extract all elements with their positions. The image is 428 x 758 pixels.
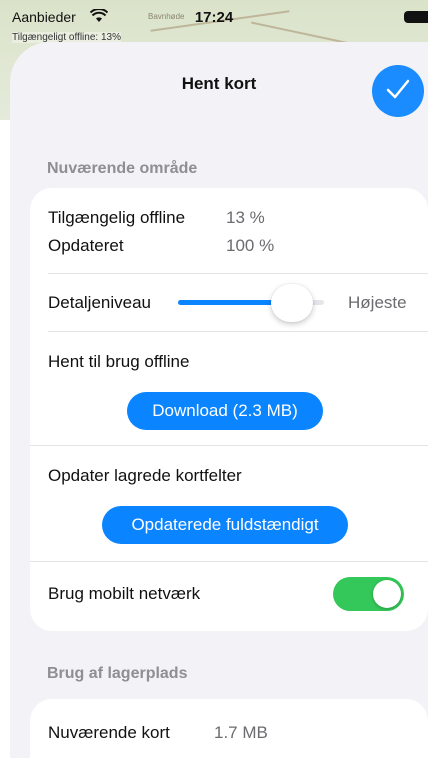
- mobile-network-row: Brug mobilt netværk: [30, 562, 428, 626]
- status-bar: Aanbieder 17:24: [0, 0, 428, 30]
- sheet-title: Hent kort: [181, 74, 257, 93]
- updated-value: 100 %: [226, 236, 275, 255]
- section-header-storage: Brug af lagerplads: [47, 665, 188, 682]
- toggle-knob: [373, 580, 401, 608]
- checkmark-icon: [385, 78, 411, 105]
- download-offline-row: Hent til brug offline Download (2.3 MB): [30, 332, 428, 446]
- clock: 17:24: [194, 9, 234, 26]
- current-maps-label: Nuværende kort: [48, 723, 170, 742]
- available-offline-value: 13 %: [226, 208, 265, 227]
- storage-card: Nuværende kort 1.7 MB: [30, 699, 428, 758]
- current-area-card: Tilgængelig offline 13 % Opdateret 100 %…: [30, 188, 428, 631]
- detail-level-slider[interactable]: [178, 284, 324, 322]
- availability-row: Tilgængelig offline 13 % Opdateret 100 %: [30, 188, 428, 274]
- available-offline-label: Tilgængelig offline: [48, 208, 186, 227]
- slider-thumb[interactable]: [270, 284, 313, 322]
- download-offline-label: Hent til brug offline: [48, 352, 190, 371]
- battery-icon: [404, 11, 428, 23]
- current-maps-row: Nuværende kort 1.7 MB: [30, 699, 428, 758]
- download-button[interactable]: Download (2.3 MB): [127, 392, 323, 430]
- current-maps-value: 1.7 MB: [214, 723, 268, 742]
- updated-label: Opdateret: [48, 236, 124, 255]
- detail-level-value: Højeste: [348, 293, 407, 312]
- update-fully-button[interactable]: Opdaterede fuldstændigt: [102, 506, 348, 544]
- download-maps-sheet: Hent kort Nuværende område Tilgængelig o…: [10, 42, 428, 758]
- mobile-network-toggle[interactable]: [333, 577, 404, 611]
- mobile-network-label: Brug mobilt netværk: [48, 584, 201, 603]
- update-tiles-row: Opdater lagrede kortfelter Opdaterede fu…: [30, 446, 428, 562]
- sheet-header: Hent kort: [10, 42, 428, 132]
- update-tiles-label: Opdater lagrede kortfelter: [48, 466, 242, 485]
- section-header-current-area: Nuværende område: [47, 160, 198, 177]
- detail-level-label: Detaljeniveau: [48, 293, 152, 312]
- detail-level-row: Detaljeniveau Højeste: [30, 274, 428, 332]
- done-button[interactable]: [372, 65, 424, 117]
